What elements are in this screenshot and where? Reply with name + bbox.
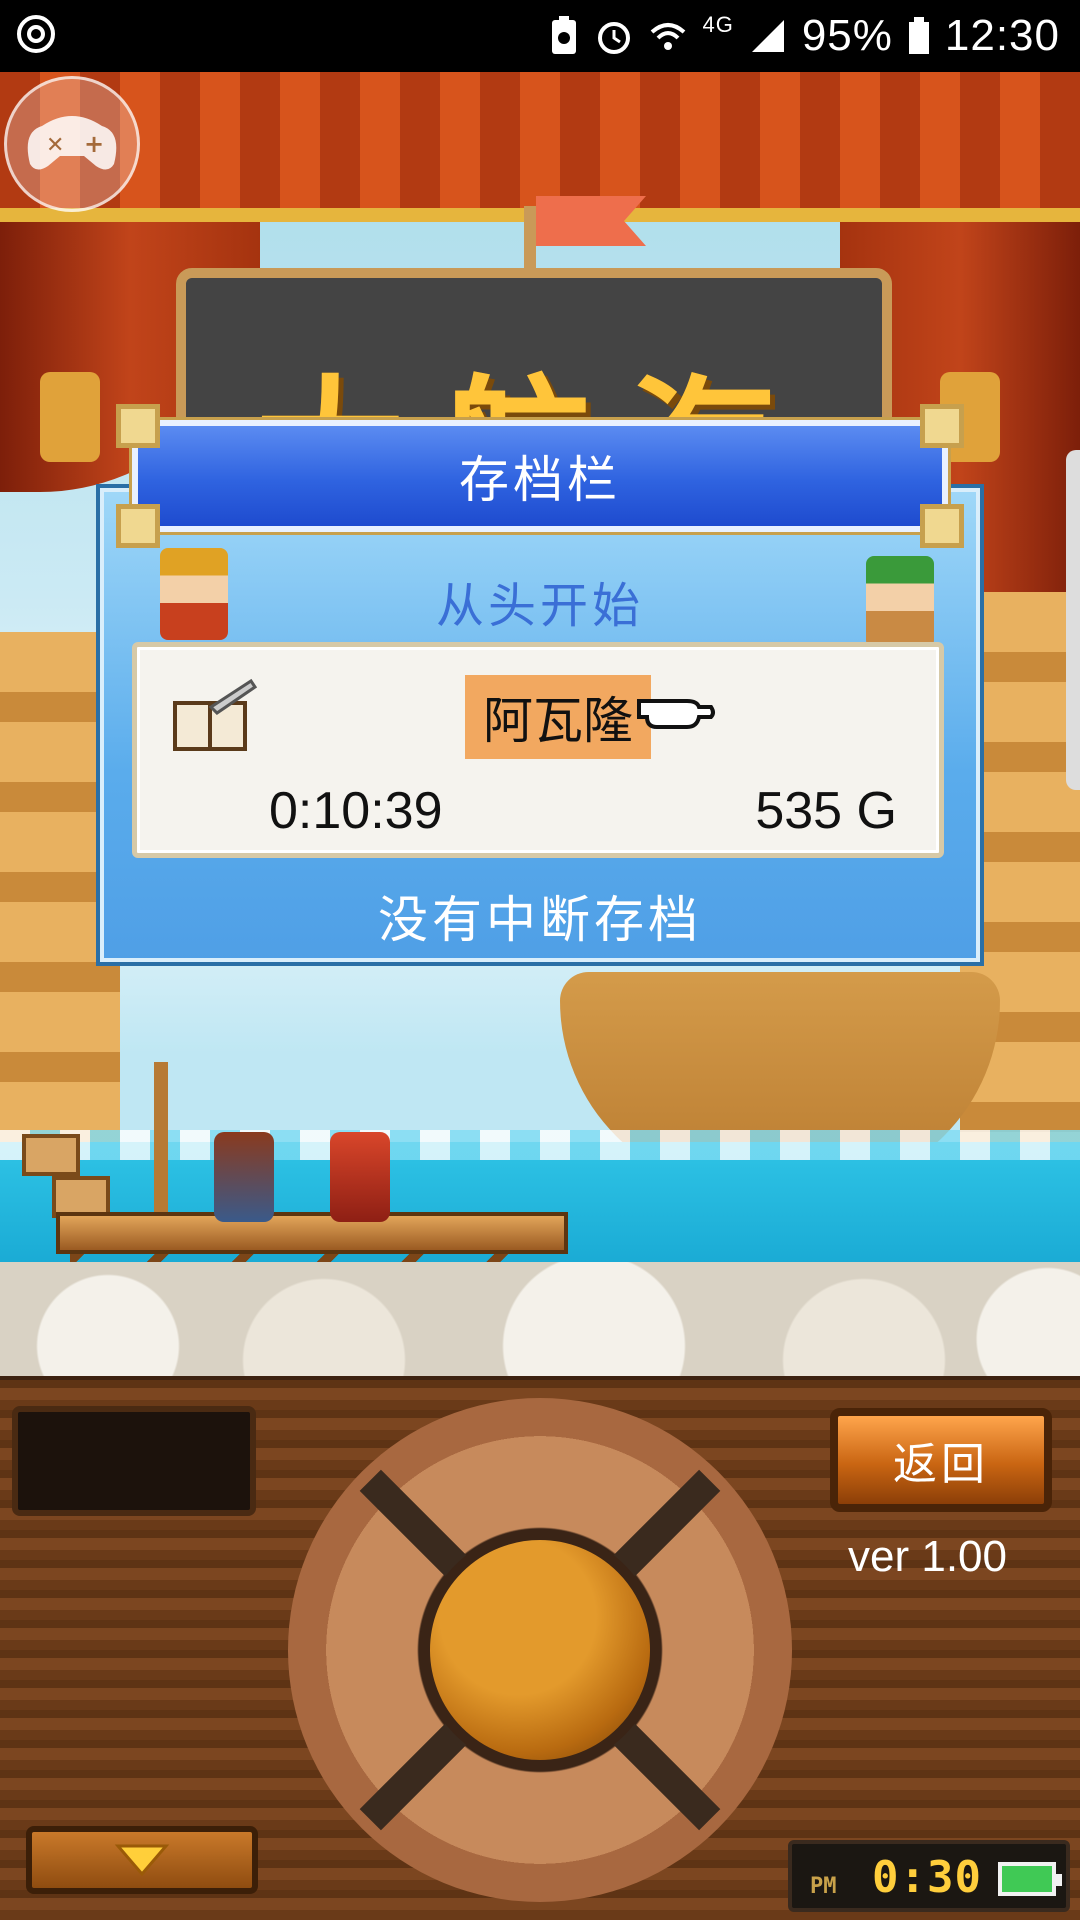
triangle-down-icon: [114, 1844, 170, 1877]
signal-type-label: 4G: [702, 12, 734, 37]
svg-text:✕: ✕: [46, 133, 64, 158]
header-corner-ornament: [116, 504, 160, 548]
clock-period: PM: [810, 1874, 837, 1899]
start-over-button[interactable]: 从头开始: [96, 566, 984, 636]
crate: [22, 1134, 80, 1176]
header-corner-ornament: [116, 404, 160, 448]
battery-percent: 95%: [801, 11, 893, 60]
battery-saver-icon: [552, 16, 577, 54]
hand-pointer-icon: [637, 699, 715, 729]
save-dialog-header: 存档栏: [116, 404, 964, 548]
menu-down-button[interactable]: [26, 1826, 258, 1894]
lamp-post: [154, 1062, 168, 1212]
status-bar: 4G 95% 12:30: [0, 0, 1080, 72]
curtain-tassel: [40, 372, 100, 462]
save-gold: 535 G: [755, 782, 897, 840]
side-handle[interactable]: [1066, 450, 1080, 790]
gamepad-icon: ✕ +: [27, 116, 117, 170]
dpad-center-button[interactable]: [420, 1530, 660, 1770]
battery-icon: [908, 17, 929, 54]
save-play-time: 0:10:39: [269, 782, 443, 840]
save-dialog-title: 存档栏: [459, 451, 621, 509]
sailor-character: [214, 1132, 274, 1222]
dock: [56, 1212, 568, 1254]
wifi-icon: [651, 23, 686, 50]
game-clock: PM 0:30: [788, 1840, 1070, 1912]
dpad[interactable]: [288, 1398, 792, 1902]
clouds: [0, 1262, 1080, 1380]
save-slot[interactable]: 阿瓦隆 0:10:39 535 G: [132, 642, 944, 858]
back-button[interactable]: 返回: [830, 1408, 1052, 1512]
version-label: ver 1.00: [848, 1532, 1007, 1581]
clock-battery-icon: [998, 1862, 1062, 1896]
status-time: 12:30: [944, 11, 1060, 60]
save-book-icon: [173, 678, 257, 751]
panel-display-slot: [12, 1406, 256, 1516]
save-slot-name: 阿瓦隆: [465, 675, 651, 759]
no-suspend-save-label: 没有中断存档: [378, 891, 702, 949]
cell-signal-icon: [751, 20, 784, 52]
svg-text:+: +: [84, 130, 104, 158]
clock-time: 0:30: [872, 1852, 982, 1903]
alarm-icon: [598, 22, 631, 54]
header-corner-ornament: [920, 404, 964, 448]
captain-character: [330, 1132, 390, 1222]
header-corner-ornament: [920, 504, 964, 548]
sync-icon: [17, 15, 55, 53]
gamepad-button[interactable]: ✕ +: [4, 76, 140, 212]
